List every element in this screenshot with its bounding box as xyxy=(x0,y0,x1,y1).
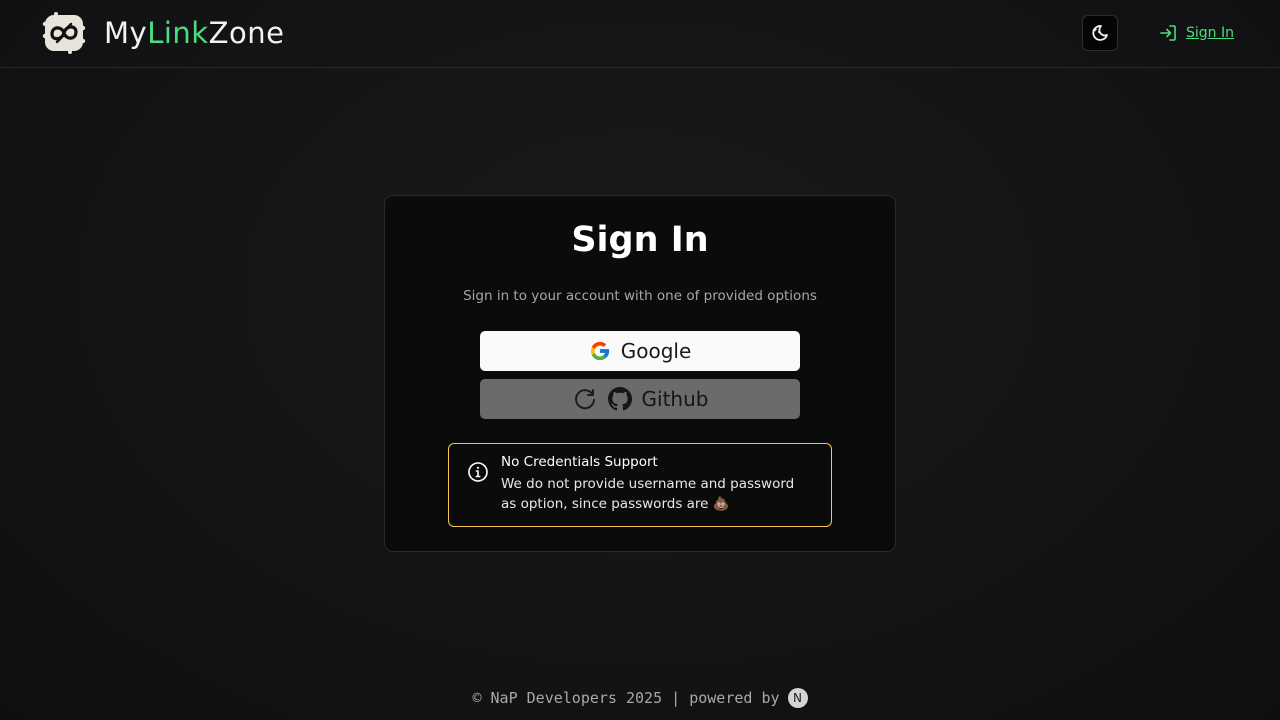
google-sign-in-button[interactable]: Google xyxy=(480,331,800,371)
top-navbar: MyLinkZone Sign In xyxy=(0,0,1280,68)
refresh-spinner-icon xyxy=(574,389,595,410)
github-sign-in-button[interactable]: Github xyxy=(480,379,800,419)
google-icon xyxy=(590,341,609,361)
header-sign-in-label: Sign In xyxy=(1186,25,1234,41)
theme-toggle-button[interactable] xyxy=(1082,15,1118,51)
sign-in-card: Sign In Sign in to your account with one… xyxy=(384,195,896,552)
sign-in-subtitle: Sign in to your account with one of prov… xyxy=(463,288,817,304)
no-credentials-alert: No Credentials Support We do not provide… xyxy=(448,443,832,527)
moon-stars-icon xyxy=(1092,25,1108,41)
info-icon xyxy=(468,462,488,482)
brand-part-my: My xyxy=(104,16,148,50)
footer-text: © NaP Developers 2025 | powered by xyxy=(472,689,780,707)
brand-link[interactable]: MyLinkZone xyxy=(42,12,284,54)
header-sign-in-link[interactable]: Sign In xyxy=(1158,22,1234,44)
github-icon xyxy=(607,387,632,411)
footer: © NaP Developers 2025 | powered by N xyxy=(0,688,1280,708)
brand-part-zone: Zone xyxy=(208,16,285,50)
google-button-label: Google xyxy=(620,339,692,363)
alert-title: No Credentials Support xyxy=(501,454,658,470)
log-in-icon xyxy=(1160,25,1176,41)
alert-description: We do not provide username and password … xyxy=(501,476,795,512)
brand-name: MyLinkZone xyxy=(104,12,284,54)
link-logo-icon xyxy=(42,12,86,54)
brand-part-link: Link xyxy=(147,16,209,50)
github-button-label: Github xyxy=(641,387,709,411)
page-title: Sign In xyxy=(571,220,709,260)
nextjs-logo-icon: N xyxy=(787,688,808,708)
